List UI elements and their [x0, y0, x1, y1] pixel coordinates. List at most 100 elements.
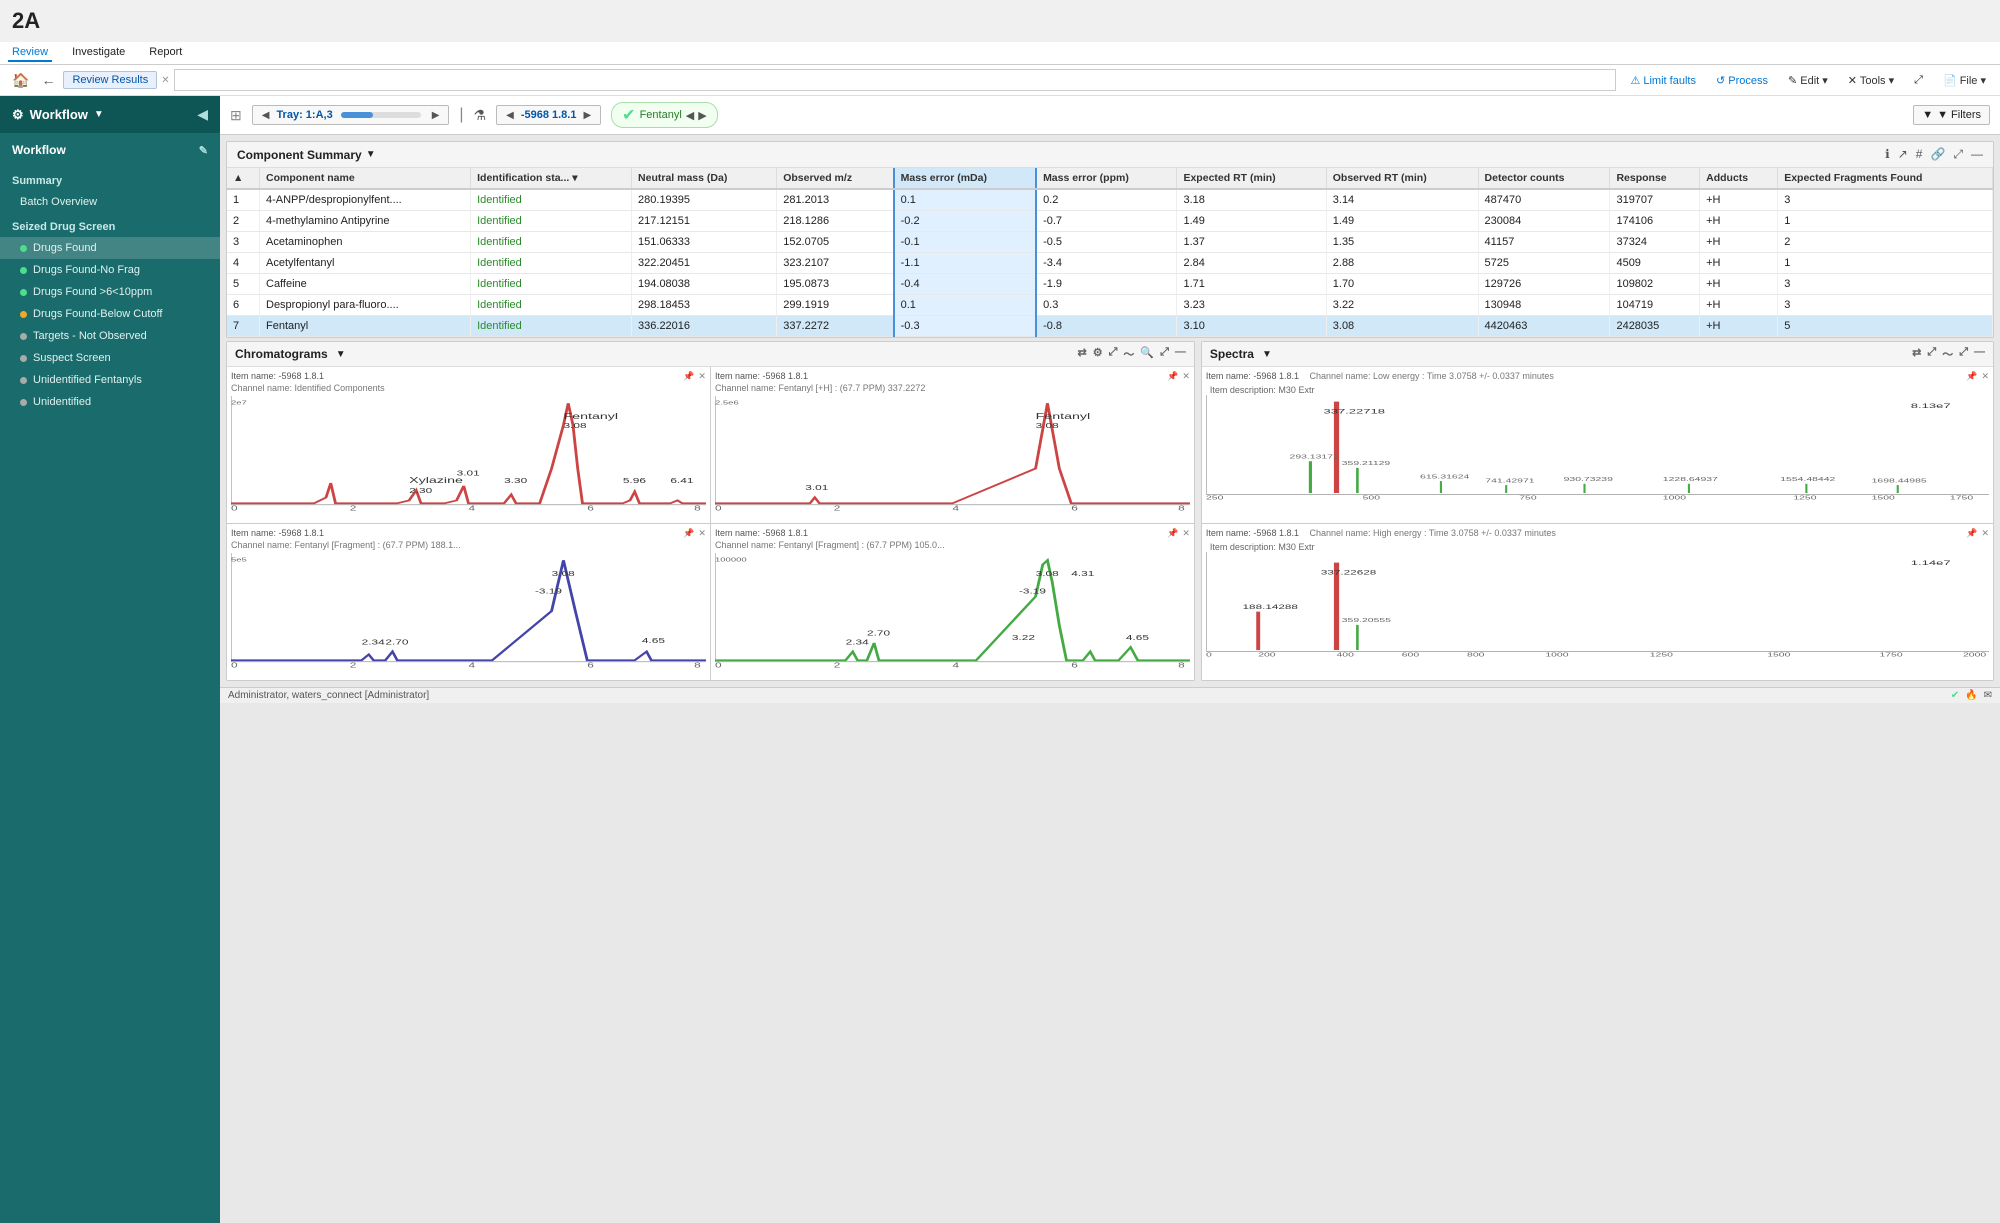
chroma-zoom-icon[interactable]: ⤢	[1109, 346, 1118, 362]
spectra-2-close-icon[interactable]: ✕	[1981, 528, 1989, 540]
search-input[interactable]	[174, 69, 1617, 91]
filter-button[interactable]: ▼ ▼ Filters	[1913, 105, 1990, 125]
chroma-dropdown-icon[interactable]: ▼	[336, 349, 346, 360]
compound-nav-right[interactable]: ▶	[698, 109, 706, 122]
sample-nav-left[interactable]: ◀	[503, 110, 517, 121]
chroma-title[interactable]: Chromatograms ▼	[235, 347, 346, 361]
spectra-expand-icon[interactable]: ⤢	[1959, 346, 1968, 362]
table-row[interactable]: 5CaffeineIdentified194.08038195.0873-0.4…	[227, 274, 1993, 295]
menu-review[interactable]: Review	[8, 44, 52, 62]
process-btn[interactable]: ↺ Process	[1710, 72, 1774, 89]
chroma-3-close-icon[interactable]: ✕	[698, 528, 706, 540]
file-btn[interactable]: 📄 File ▾	[1937, 72, 1992, 89]
chroma-1-close-icon[interactable]: ✕	[698, 371, 706, 383]
link-icon[interactable]: 🔗	[1930, 147, 1945, 162]
chroma-2-pin-icon[interactable]: 📌	[1167, 371, 1178, 383]
sidebar-seized-label[interactable]: Seized Drug Screen	[0, 213, 220, 237]
tools-btn[interactable]: ✕ Tools ▾	[1842, 72, 1900, 89]
sidebar-item-suspect-screen[interactable]: Suspect Screen	[0, 347, 220, 369]
menu-investigate[interactable]: Investigate	[68, 44, 129, 62]
breadcrumb-close[interactable]: ✕	[161, 75, 169, 86]
chroma-gear-icon[interactable]: ⚙	[1093, 346, 1103, 362]
spectra-1-pin-icon[interactable]: 📌	[1966, 371, 1977, 383]
table-row[interactable]: 14-ANPP/despropionylfent....Identified28…	[227, 189, 1993, 211]
chroma-4-item: Item name: -5968 1.8.1Channel name: Fent…	[715, 528, 945, 551]
chroma-1-pin-icon[interactable]: 📌	[683, 371, 694, 383]
spectra-wave-icon[interactable]: 〜	[1942, 346, 1953, 362]
table-row[interactable]: 24-methylamino AntipyrineIdentified217.1…	[227, 211, 1993, 232]
svg-text:500: 500	[1363, 495, 1381, 501]
edit-btn[interactable]: ✎ Edit ▾	[1782, 72, 1834, 89]
col-neutral-mass[interactable]: Neutral mass (Da)	[632, 168, 777, 189]
sidebar-item-targets-not-obs[interactable]: Targets - Not Observed	[0, 325, 220, 347]
share-icon[interactable]: ↗	[1898, 147, 1908, 162]
col-num[interactable]: ▲	[227, 168, 260, 189]
col-obs-mz[interactable]: Observed m/z	[777, 168, 894, 189]
chroma-4-pin-icon[interactable]: 📌	[1167, 528, 1178, 540]
chroma-4-close-icon[interactable]: ✕	[1182, 528, 1190, 540]
col-obs-rt[interactable]: Observed RT (min)	[1326, 168, 1478, 189]
col-adducts[interactable]: Adducts	[1700, 168, 1778, 189]
spectra-2-pin-icon[interactable]: 📌	[1966, 528, 1977, 540]
spectra-dropdown-icon[interactable]: ▼	[1262, 349, 1272, 360]
sidebar-item-drugs-found[interactable]: Drugs Found	[0, 237, 220, 259]
breadcrumb[interactable]: Review Results	[63, 71, 157, 89]
svg-text:6.41: 6.41	[670, 477, 693, 485]
table-row[interactable]: 6Despropionyl para-fluoro....Identified2…	[227, 295, 1993, 316]
chroma-3-pin-icon[interactable]: 📌	[683, 528, 694, 540]
sidebar-item-drugs-6-10ppm[interactable]: Drugs Found >6<10ppm	[0, 281, 220, 303]
spectra-sync-icon[interactable]: ⇄	[1912, 346, 1921, 362]
menu-report[interactable]: Report	[145, 44, 186, 62]
chroma-minimize-icon[interactable]: —	[1175, 346, 1186, 362]
svg-text:1698.44985: 1698.44985	[1872, 478, 1928, 484]
sample-nav-right[interactable]: ▶	[580, 110, 594, 121]
col-exp-frag[interactable]: Expected Fragments Found	[1778, 168, 1993, 189]
sidebar-item-drugs-no-frag[interactable]: Drugs Found-No Frag	[0, 259, 220, 281]
hash-icon[interactable]: #	[1916, 147, 1923, 162]
home-button[interactable]: 🏠	[8, 70, 33, 91]
tray-selector[interactable]: ◀ Tray: 1:A,3 ▶	[252, 105, 450, 125]
chroma-expand-icon[interactable]: ⤢	[1160, 346, 1169, 362]
chroma-2-close-icon[interactable]: ✕	[1182, 371, 1190, 383]
compound-nav-left[interactable]: ◀	[686, 109, 694, 122]
chroma-sync-icon[interactable]: ⇄	[1077, 346, 1086, 362]
limit-faults-btn[interactable]: ⚠ Limit faults	[1624, 72, 1702, 89]
svg-text:800: 800	[1467, 652, 1485, 658]
zoom-btn[interactable]: ⤢	[1908, 72, 1929, 89]
info-icon[interactable]: ℹ	[1885, 147, 1890, 162]
spectra-zoom-icon[interactable]: ⤢	[1927, 346, 1936, 362]
sidebar-collapse-btn[interactable]: ◀	[197, 106, 208, 123]
table-row[interactable]: 4AcetylfentanylIdentified322.20451323.21…	[227, 253, 1993, 274]
col-component-name[interactable]: Component name	[260, 168, 471, 189]
col-id-status[interactable]: Identification sta... ▾	[471, 168, 632, 189]
tray-nav-right[interactable]: ▶	[429, 110, 443, 121]
col-mass-err-ppm[interactable]: Mass error (ppm)	[1036, 168, 1177, 189]
component-summary-title[interactable]: Component Summary ▼	[237, 148, 376, 162]
spectra-title[interactable]: Spectra ▼	[1210, 347, 1272, 361]
spectra-1-close-icon[interactable]: ✕	[1981, 371, 1989, 383]
minimize-icon[interactable]: —	[1971, 147, 1983, 162]
back-button[interactable]: ←	[37, 70, 59, 90]
col-mass-err-mda[interactable]: Mass error (mDa)	[894, 168, 1036, 189]
sidebar-item-drugs-below-cutoff[interactable]: Drugs Found-Below Cutoff	[0, 303, 220, 325]
table-row[interactable]: 7FentanylIdentified336.22016337.2272-0.3…	[227, 316, 1993, 337]
col-exp-rt[interactable]: Expected RT (min)	[1177, 168, 1326, 189]
sidebar-item-unid-fentanyls[interactable]: Unidentified Fentanyls	[0, 369, 220, 391]
targets-not-obs-label: Targets - Not Observed	[33, 330, 147, 342]
sample-selector[interactable]: ◀ -5968 1.8.1 ▶	[496, 105, 601, 125]
col-det-counts[interactable]: Detector counts	[1478, 168, 1610, 189]
chroma-header: Chromatograms ▼ ⇄ ⚙ ⤢ 〜 🔍 ⤢ —	[227, 342, 1194, 367]
chroma-wave-icon[interactable]: 〜	[1123, 346, 1134, 362]
spectra-minimize-icon[interactable]: —	[1974, 346, 1985, 362]
table-row[interactable]: 3AcetaminophenIdentified151.06333152.070…	[227, 232, 1993, 253]
expand-icon[interactable]: ⤢	[1953, 147, 1963, 162]
sidebar-edit-icon[interactable]: ✎	[199, 144, 208, 157]
workflow-dropdown-icon[interactable]: ▼	[94, 109, 104, 120]
sidebar-summary-label[interactable]: Summary	[0, 167, 220, 191]
chroma-search-icon[interactable]: 🔍	[1140, 346, 1154, 362]
component-summary-dropdown-icon[interactable]: ▼	[366, 149, 376, 160]
col-response[interactable]: Response	[1610, 168, 1700, 189]
sidebar-item-unidentified[interactable]: Unidentified	[0, 391, 220, 413]
sidebar-item-batch-overview[interactable]: Batch Overview	[0, 191, 220, 213]
tray-nav-left[interactable]: ◀	[259, 110, 273, 121]
